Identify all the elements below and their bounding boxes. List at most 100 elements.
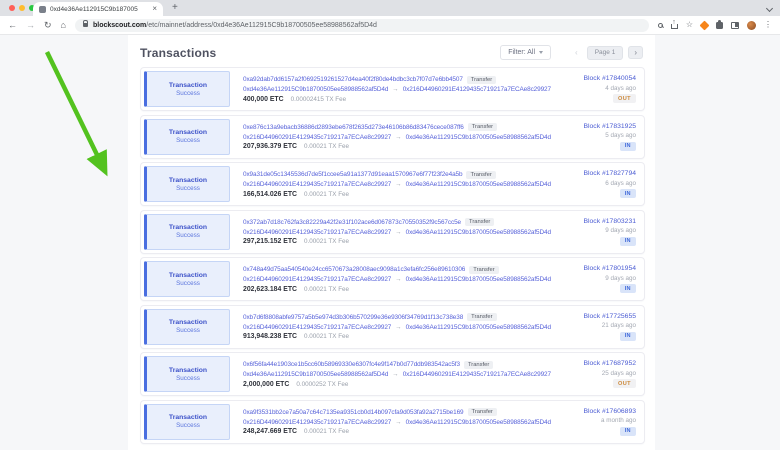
tx-hash-link[interactable]: 0xa9f3531bb2ce7a50a7c64c7135ea9351cb0d14… xyxy=(243,409,464,416)
current-page-button[interactable]: Page 1 xyxy=(587,46,624,60)
tab-close-icon[interactable]: × xyxy=(152,5,157,13)
block-link[interactable]: Block #17827794 xyxy=(583,170,636,177)
status-subtitle: Success xyxy=(176,90,200,97)
to-address-link[interactable]: 0xd4e36Ae112915C9b18700505ee58988562af5D… xyxy=(406,276,551,283)
from-address-link[interactable]: 0x216D44960291E4129435c719217a7ECAe8c299… xyxy=(243,419,391,426)
transaction-row: Transaction Success 0xa92dab7dd6157a2f06… xyxy=(140,67,645,111)
extensions-puzzle-icon[interactable] xyxy=(716,22,723,29)
status-badge: Transaction Success xyxy=(144,261,230,297)
status-title: Transaction xyxy=(169,414,207,421)
tx-age: a month ago xyxy=(601,417,636,424)
tx-fee: 0.0000252 TX Fee xyxy=(296,381,348,388)
transaction-row: Transaction Success 0xa9f3531bb2ce7a50a7… xyxy=(140,400,645,444)
tx-age: 9 days ago xyxy=(605,227,636,234)
tx-fee: 0.00021 TX Fee xyxy=(304,191,349,198)
tx-hash-link[interactable]: 0x372ab7d18c762fa3c82229a42f2e31f102ace6… xyxy=(243,219,461,226)
block-link[interactable]: Block #17803231 xyxy=(583,218,636,225)
status-badge: Transaction Success xyxy=(144,356,230,392)
browser-tab[interactable]: 0xd4e36Ae112915C9b187005 × xyxy=(33,2,163,16)
arrow-right-icon: → xyxy=(395,134,401,141)
from-address-link[interactable]: 0xd4e36Ae112915C9b18700505ee58988562af5D… xyxy=(243,371,388,378)
minimize-window-icon[interactable] xyxy=(19,5,25,11)
lock-icon xyxy=(83,23,88,27)
from-address-link[interactable]: 0x216D44960291E4129435c719217a7ECAe8c299… xyxy=(243,324,391,331)
from-address-link[interactable]: 0x216D44960291E4129435c719217a7ECAe8c299… xyxy=(243,276,391,283)
to-address-link[interactable]: 0x216D44960291E4129435c719217a7ECAe8c299… xyxy=(403,86,551,93)
tx-hash-link[interactable]: 0xa92dab7dd6157a2f0692519261527d4ea40f2f… xyxy=(243,76,463,83)
status-subtitle: Success xyxy=(176,280,200,287)
transaction-row: Transaction Success 0x748a49d75aa540540e… xyxy=(140,257,645,301)
chevron-down-icon[interactable] xyxy=(766,5,773,12)
arrow-right-icon: → xyxy=(395,229,401,236)
tab-title: 0xd4e36Ae112915C9b187005 xyxy=(50,6,148,13)
tx-hash-link[interactable]: 0xb7d6f8808abfe9757a5b5e974d3b306b570299… xyxy=(243,314,463,321)
arrow-right-icon: → xyxy=(392,371,398,378)
reload-icon[interactable]: ↻ xyxy=(44,21,52,30)
tx-hash-link[interactable]: 0x9a31de05c1345536d7de5f1ccee5a91a1377d9… xyxy=(243,171,462,178)
browser-toolbar: ← → ↻ ⌂ blockscout.com/etc/mainnet/addre… xyxy=(0,16,780,35)
status-subtitle: Success xyxy=(176,327,200,334)
prev-page-button[interactable]: ‹ xyxy=(571,46,582,59)
from-address-link[interactable]: 0xd4e36Ae112915C9b18700505ee58988562af5D… xyxy=(243,86,388,93)
share-icon[interactable] xyxy=(671,21,678,29)
to-address-link[interactable]: 0x216D44960291E4129435c719217a7ECAe8c299… xyxy=(403,371,551,378)
next-page-button[interactable]: › xyxy=(628,46,643,59)
bookmark-star-icon[interactable]: ☆ xyxy=(686,21,693,29)
to-address-link[interactable]: 0xd4e36Ae112915C9b18700505ee58988562af5D… xyxy=(406,324,551,331)
block-link[interactable]: Block #17831925 xyxy=(583,123,636,130)
page-title: Transactions xyxy=(140,46,216,60)
tx-hash-link[interactable]: 0x748a49d75aa540540e24cc6570673a28008aec… xyxy=(243,266,465,273)
browser-menu-icon[interactable]: ⋮ xyxy=(764,21,772,29)
tx-age: 4 days ago xyxy=(605,85,636,92)
arrow-right-icon: → xyxy=(392,86,398,93)
home-icon[interactable]: ⌂ xyxy=(61,21,66,30)
tx-hash-link[interactable]: 0xe876c13a9ebacb36886d2893ebe678f2635d27… xyxy=(243,124,464,131)
to-address-link[interactable]: 0xd4e36Ae112915C9b18700505ee58988562af5D… xyxy=(406,181,551,188)
block-link[interactable]: Block #17687952 xyxy=(583,360,636,367)
direction-badge: in xyxy=(620,427,636,436)
filter-dropdown[interactable]: Filter: All xyxy=(500,45,551,60)
to-address-link[interactable]: 0xd4e36Ae112915C9b18700505ee58988562af5D… xyxy=(406,419,551,426)
block-link[interactable]: Block #17801954 xyxy=(583,265,636,272)
transaction-row: Transaction Success 0xe876c13a9ebacb3688… xyxy=(140,115,645,159)
tx-fee: 0.00021 TX Fee xyxy=(304,333,349,340)
tx-value: 2,000,000 ETC xyxy=(243,381,289,388)
window-controls[interactable] xyxy=(9,5,35,11)
status-title: Transaction xyxy=(169,177,207,184)
from-address-link[interactable]: 0x216D44960291E4129435c719217a7ECAe8c299… xyxy=(243,229,391,236)
to-address-link[interactable]: 0xd4e36Ae112915C9b18700505ee58988562af5D… xyxy=(406,229,551,236)
tx-age: 5 days ago xyxy=(605,132,636,139)
new-tab-button[interactable]: + xyxy=(172,2,178,13)
status-badge: Transaction Success xyxy=(144,309,230,345)
close-window-icon[interactable] xyxy=(9,5,15,11)
from-address-link[interactable]: 0x216D44960291E4129435c719217a7ECAe8c299… xyxy=(243,134,391,141)
pagination: ‹ Page 1 › xyxy=(571,46,643,60)
tx-type-tag: Transfer xyxy=(467,76,496,84)
side-panel-icon[interactable] xyxy=(731,22,739,29)
url-domain: blockscout.com xyxy=(93,22,146,29)
tx-value: 207,936.379 ETC xyxy=(243,143,297,150)
status-title: Transaction xyxy=(169,129,207,136)
search-icon[interactable] xyxy=(658,23,663,28)
transactions-list: Transaction Success 0xa92dab7dd6157a2f06… xyxy=(128,67,655,444)
tx-type-tag: Transfer xyxy=(468,123,497,131)
arrow-right-icon: → xyxy=(395,419,401,426)
chevron-down-icon xyxy=(539,51,543,54)
block-link[interactable]: Block #17725655 xyxy=(583,313,636,320)
back-icon[interactable]: ← xyxy=(8,21,17,30)
block-link[interactable]: Block #17840054 xyxy=(583,75,636,82)
tx-type-tag: Transfer xyxy=(466,171,495,179)
status-subtitle: Success xyxy=(176,137,200,144)
transactions-panel: Transactions Filter: All ‹ Page 1 › Tran… xyxy=(128,35,655,450)
tx-type-tag: Transfer xyxy=(465,218,494,226)
block-link[interactable]: Block #17606893 xyxy=(583,408,636,415)
arrow-right-icon: → xyxy=(395,276,401,283)
from-address-link[interactable]: 0x216D44960291E4129435c719217a7ECAe8c299… xyxy=(243,181,391,188)
address-bar[interactable]: blockscout.com/etc/mainnet/address/0xd4e… xyxy=(75,19,649,32)
tx-hash-link[interactable]: 0x6f56fa44e1903ce1b5cc60b58969330e6307fc… xyxy=(243,361,460,368)
browser-tab-strip: 0xd4e36Ae112915C9b187005 × + xyxy=(0,0,780,16)
to-address-link[interactable]: 0xd4e36Ae112915C9b18700505ee58988562af5D… xyxy=(406,134,551,141)
forward-icon[interactable]: → xyxy=(26,21,35,30)
profile-avatar[interactable] xyxy=(747,21,756,30)
metamask-extension-icon[interactable] xyxy=(700,20,710,30)
